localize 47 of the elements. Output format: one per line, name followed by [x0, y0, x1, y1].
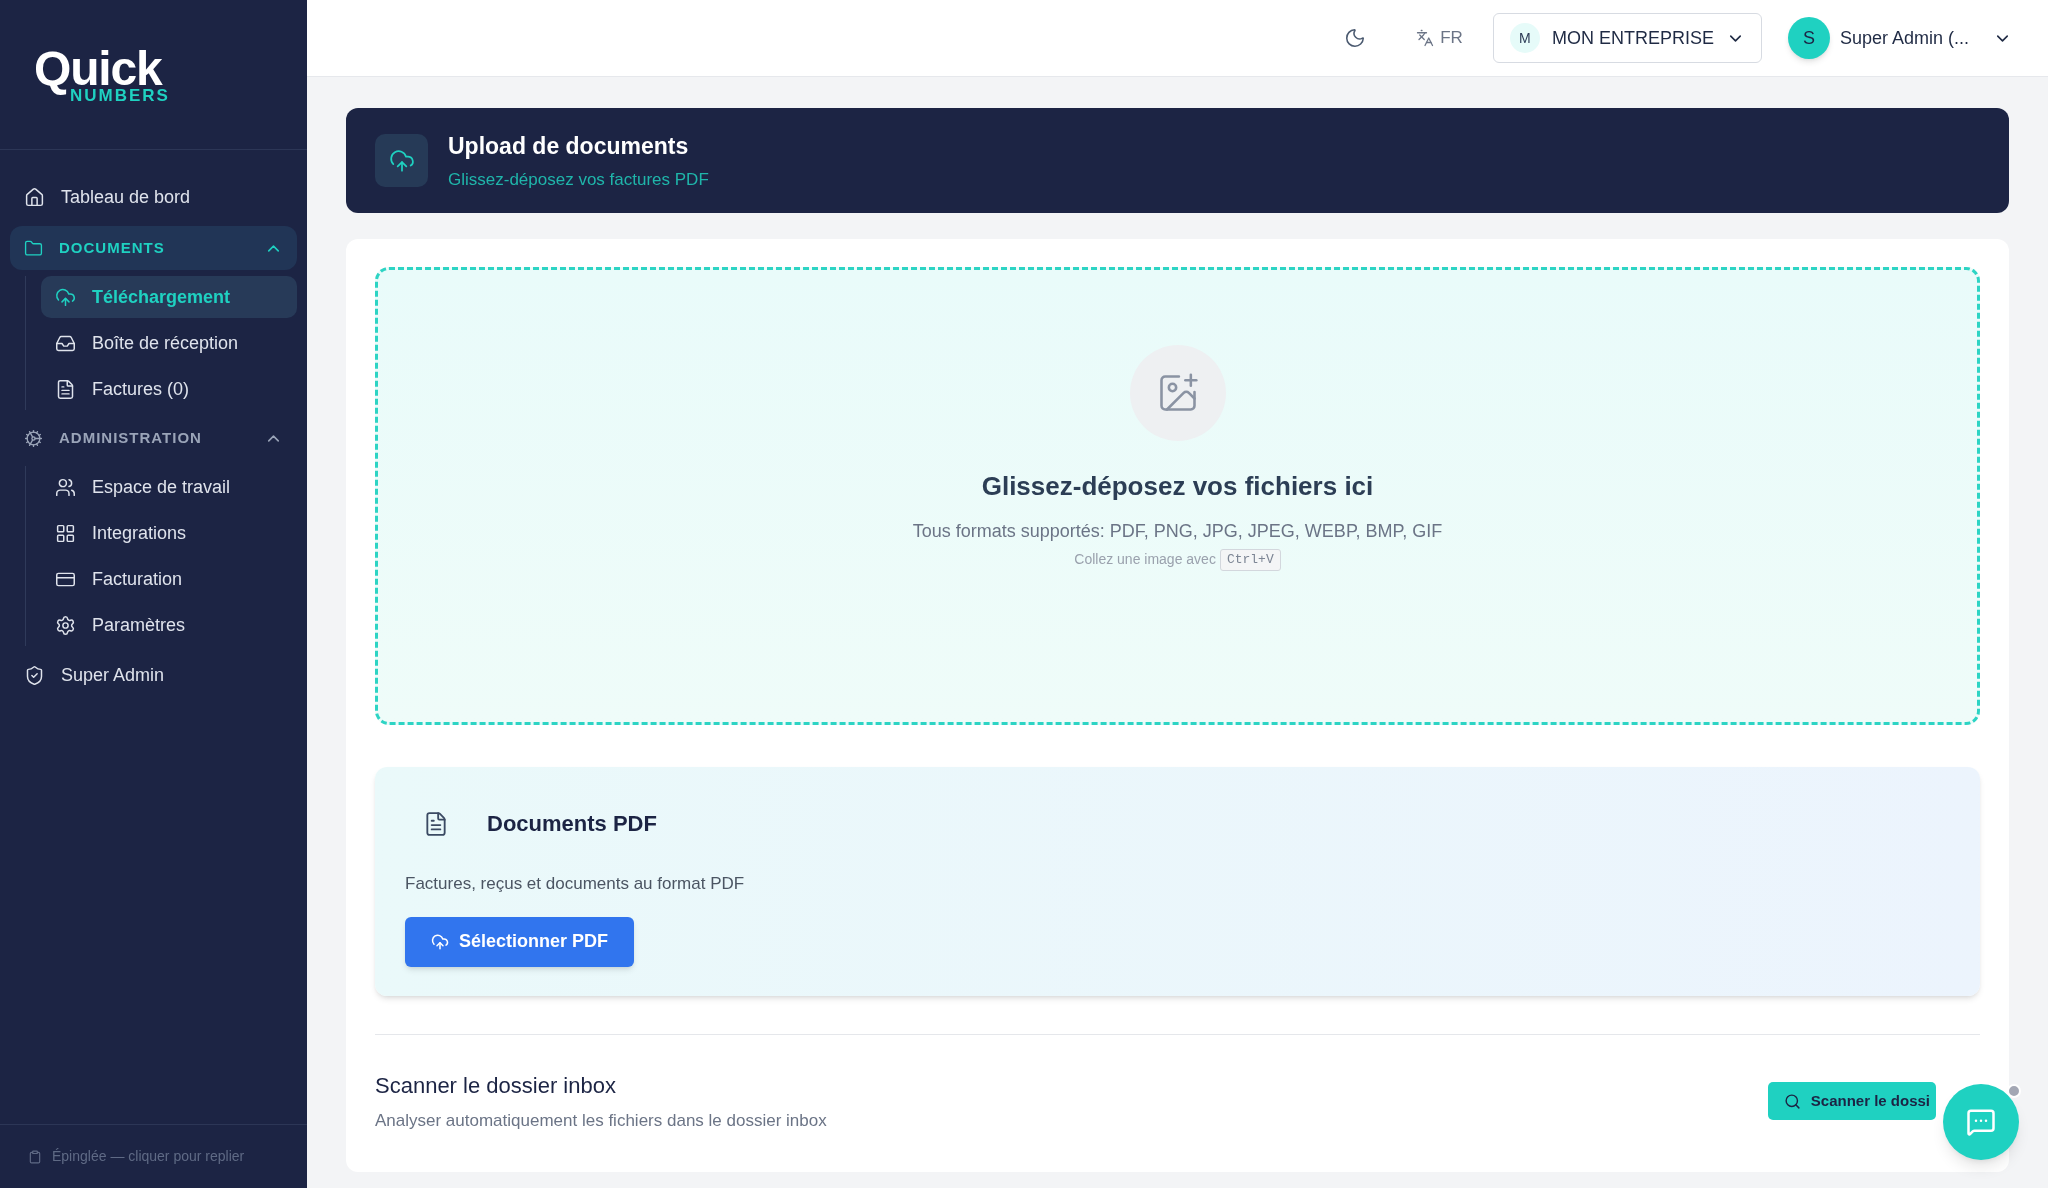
document-icon: [423, 810, 449, 837]
settings-icon: [55, 614, 76, 636]
paste-hint: Collez une image avec: [1074, 550, 1216, 570]
logo: Quick NUMBERS: [34, 45, 170, 104]
section-description: Analyser automatiquement les fichiers dans le dossier inbox: [375, 1110, 827, 1132]
search-icon: [1783, 1092, 1801, 1110]
scan-folder-button[interactable]: Scanner le dossi: [1767, 1082, 1936, 1121]
page-subtitle: Glissez-déposez vos factures PDF: [448, 169, 709, 191]
cog-icon: [24, 428, 43, 448]
user-menu[interactable]: S Super Admin (...: [1787, 17, 2012, 59]
clipboard-icon: [28, 1149, 42, 1164]
grid-icon: [55, 522, 76, 544]
drop-zone-title: Glissez-déposez vos fichiers ici: [981, 470, 1374, 503]
cloud-upload-icon: [431, 932, 449, 951]
sidebar-item[interactable]: Integrations: [41, 512, 297, 554]
chat-icon: [1966, 1107, 1996, 1137]
moon-icon[interactable]: [1344, 27, 1367, 49]
page-title: Upload de documents: [448, 131, 690, 161]
card-description: Factures, reçus et documents au format PDF: [405, 873, 746, 895]
users-icon: [55, 476, 76, 498]
translate-icon: [1416, 29, 1435, 47]
language-button[interactable]: FR: [1416, 25, 1463, 51]
sidebar-item[interactable]: Paramètres: [41, 604, 297, 646]
cloud-upload-icon: [388, 147, 415, 174]
drop-zone[interactable]: Glissez-déposez vos fichiers ici Tous formats supportés: PDF, PNG, JPG, JPEG, WEBP, BMP, GIF Collez une image avec Ctrl+V: [375, 267, 1980, 725]
card-title: Documents PDF: [487, 810, 657, 838]
cloud-upload-icon: [55, 286, 76, 308]
company-avatar: M: [1509, 23, 1540, 53]
sidebar-item[interactable]: Super Admin: [10, 652, 297, 698]
keyboard-shortcut: Ctrl+V: [1219, 549, 1281, 571]
company-dropdown[interactable]: M MON ENTREPRISE: [1492, 13, 1762, 63]
supported-formats: Tous formats supportés: PDF, PNG, JPG, JPEG, WEBP, BMP, GIF: [912, 520, 1443, 543]
sidebar-section[interactable]: ADMINISTRATION: [10, 416, 297, 460]
section-title: Scanner le dossier inbox: [375, 1072, 617, 1100]
document-icon: [55, 378, 76, 400]
shield-check-icon: [24, 664, 45, 686]
home-icon: [24, 186, 45, 208]
folder-icon: [24, 238, 43, 258]
sidebar-item[interactable]: Factures (0): [41, 368, 297, 410]
sidebar-item[interactable]: Tableau de bord: [10, 174, 297, 220]
select-pdf-button[interactable]: Sélectionner PDF: [405, 916, 635, 967]
sidebar-section[interactable]: DOCUMENTS: [10, 226, 297, 270]
user-avatar: S: [1787, 17, 1830, 59]
sidebar-item[interactable]: Facturation: [41, 558, 297, 600]
sidebar-item[interactable]: Boîte de réception: [41, 322, 297, 364]
sidebar-item[interactable]: Téléchargement: [41, 276, 297, 318]
sidebar-item[interactable]: Espace de travail: [41, 466, 297, 508]
